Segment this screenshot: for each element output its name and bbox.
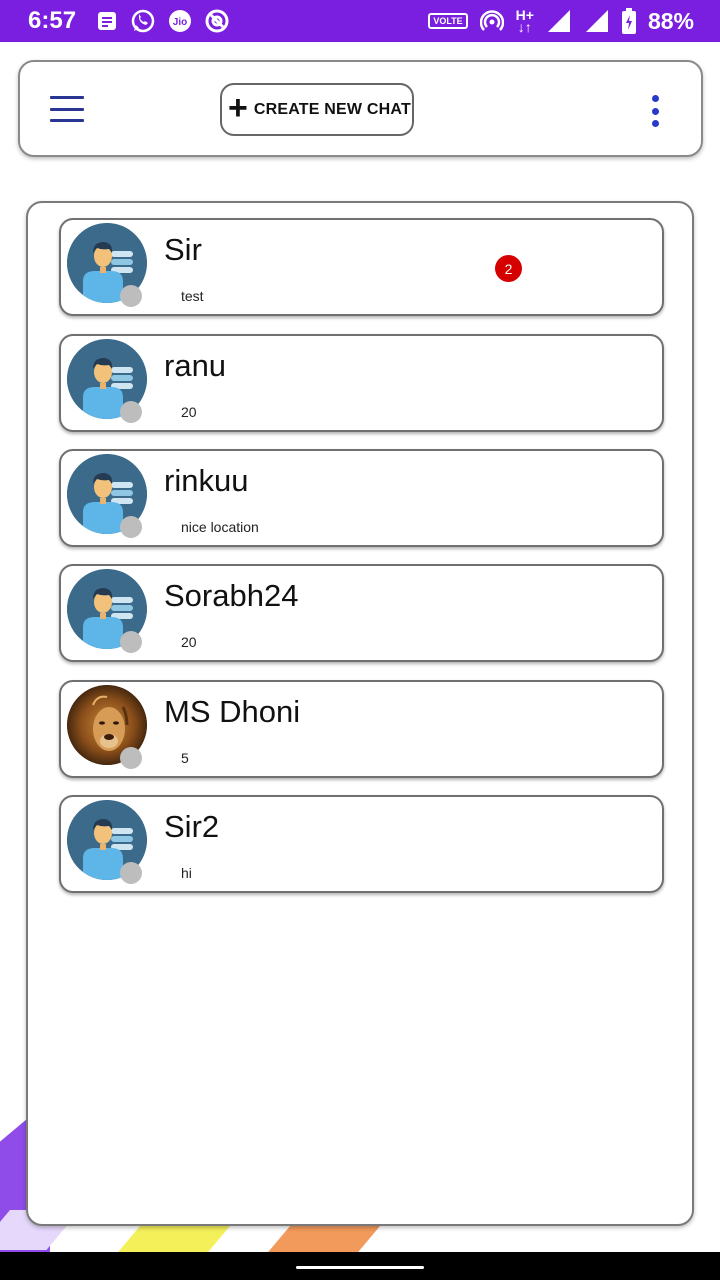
svg-text:Jio: Jio [173,17,187,28]
decorative-stripe-yellow [118,1226,230,1252]
system-status-icons: VOLTE H+ ↓↑ 88% [428,8,694,35]
battery-percentage: 88% [647,7,694,34]
top-toolbar: + CREATE NEW CHAT [18,60,703,157]
chat-list-item[interactable]: Sir test 2 [59,218,664,316]
more-vertical-icon[interactable] [650,95,660,127]
unread-count-badge: 2 [495,255,522,282]
signal-icon [546,8,572,34]
presence-indicator [120,747,142,769]
create-new-chat-label: CREATE NEW CHAT [253,100,411,118]
gesture-handle[interactable] [296,1266,424,1269]
chat-last-message: 20 [181,634,197,650]
hamburger-menu-icon[interactable] [50,96,84,122]
create-new-chat-button[interactable]: + CREATE NEW CHAT [220,83,414,136]
data-arrows-icon: H+ ↓↑ [516,8,534,35]
whatsapp-icon [130,8,156,34]
hamburger-line [50,107,84,111]
chat-name: ranu [164,348,227,383]
notification-icons: Jio [96,8,230,34]
chat-last-message: 20 [181,404,197,420]
hamburger-line [50,119,84,122]
presence-indicator [120,631,142,653]
chat-name: rinkuu [164,463,249,498]
status-time: 6:57 [28,7,77,34]
chat-last-message: nice location [181,519,259,535]
hotspot-icon [479,9,504,33]
chat-list-item[interactable]: MS Dhoni 5 [59,680,664,778]
chat-list: Sir test 2 ranu 20 rinkuu nice location … [26,201,694,1226]
arrows-glyph: ↓↑ [517,19,532,35]
decorative-stripe-orange [268,1226,380,1252]
chat-last-message: hi [181,865,192,881]
presence-indicator [120,516,142,538]
presence-indicator [120,401,142,423]
message-icon [96,10,118,32]
presence-indicator [120,862,142,884]
volte-icon: VOLTE [428,13,468,29]
at-icon [204,8,230,34]
chat-name: Sir2 [164,809,220,844]
chat-last-message: 5 [181,750,189,766]
kebab-dot [651,107,659,115]
status-bar: 6:57 Jio VOLTE H+ ↓↑ 88% [0,0,720,42]
kebab-dot [651,95,659,102]
hamburger-line [50,96,84,99]
chat-list-item[interactable]: Sorabh24 20 [59,564,664,662]
signal-icon [584,8,610,34]
battery-icon [621,8,636,34]
presence-indicator [120,285,142,307]
chat-list-item[interactable]: Sir2 hi [59,795,664,893]
chat-name: Sir [164,232,202,267]
chat-name: MS Dhoni [164,694,301,729]
kebab-dot [651,120,659,127]
jio-icon: Jio [168,9,192,33]
chat-last-message: test [181,288,204,304]
system-navigation-bar [0,1252,720,1280]
plus-icon: + [228,89,248,127]
chat-list-item[interactable]: ranu 20 [59,334,664,432]
chat-list-item[interactable]: rinkuu nice location [59,449,664,547]
chat-name: Sorabh24 [164,578,299,613]
